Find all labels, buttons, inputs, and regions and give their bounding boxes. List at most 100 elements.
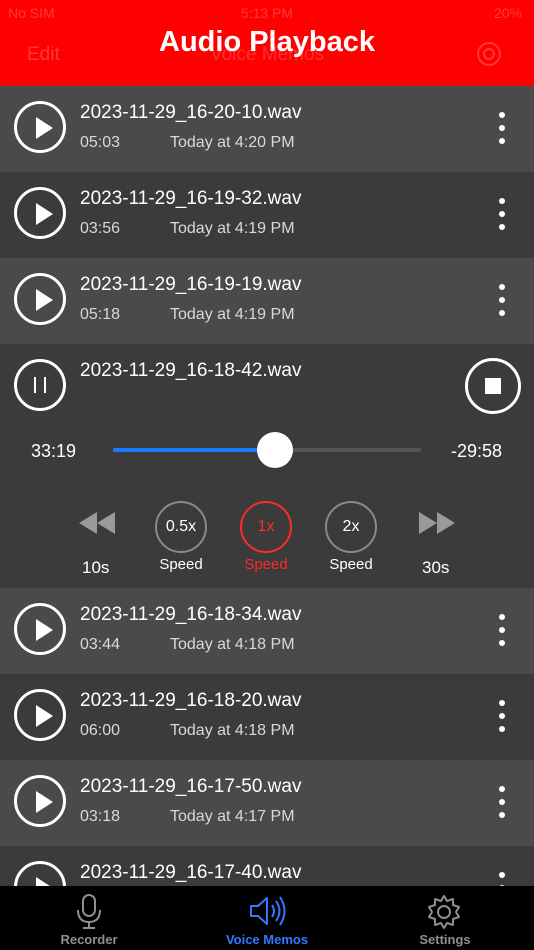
recording-filename: 2023-11-29_16-20-10.wav [80,102,302,123]
recording-duration: 06:00 [80,722,121,739]
forward-label: 30s [422,558,450,577]
stop-button[interactable] [465,358,521,414]
play-icon [36,289,53,311]
play-icon [36,791,53,813]
dot [499,297,505,303]
dot [499,125,505,131]
battery-level: 20% [493,5,522,21]
speed-label: Speed [244,556,288,573]
recording-filename: 2023-11-29_16-18-34.wav [80,604,302,625]
speed-label: Speed [329,556,373,573]
play-icon [36,117,53,139]
recording-duration: 05:03 [80,134,121,151]
dot [499,786,505,792]
recording-filename: 2023-11-29_16-19-32.wav [80,188,302,209]
recording-row[interactable]: 2023-11-29_16-17-50.wav 03:18 Today at 4:1… [0,760,534,846]
recording-date: Today at 4:19 PM [170,220,295,237]
tab-bar: Recorder Voice Memos Settings [0,886,534,950]
dot [499,640,505,646]
recording-duration: 05:18 [80,306,121,323]
elapsed-time: 33:19 [31,441,77,461]
dot [499,224,505,230]
recording-filename: 2023-11-29_16-17-40.wav [80,862,302,883]
play-button[interactable] [14,273,66,325]
page-title: Audio Playback [159,26,375,58]
recording-row[interactable]: 2023-11-29_16-19-19.wav 05:18 Today at 4:1… [0,258,534,344]
speed-label: Speed [159,556,203,573]
tab-settings-label: Settings [419,932,471,947]
tab-settings[interactable]: Settings [356,886,534,950]
fast-forward-icon[interactable] [419,512,455,539]
dot [499,627,505,633]
now-playing-filename: 2023-11-29_16-18-42.wav [80,360,302,381]
now-playing-panel: 2023-11-29_16-18-42.wav 33:19 -29:58 10s… [0,344,534,588]
tab-recorder-label: Recorder [60,932,118,947]
tab-voice-memos[interactable]: Voice Memos [178,886,356,950]
dot [499,211,505,217]
recording-row[interactable]: 2023-11-29_16-19-32.wav 03:56 Today at 4:1… [0,172,534,258]
more-options-icon[interactable] [492,282,512,318]
play-button[interactable] [14,187,66,239]
dot [499,812,505,818]
dot [499,284,505,290]
recording-row[interactable]: 2023-11-29_16-18-34.wav 03:44 Today at 4:1… [0,588,534,674]
dot [499,138,505,144]
play-button[interactable] [14,775,66,827]
progress-slider[interactable] [113,432,421,468]
recording-duration: 03:44 [80,636,121,653]
speed-button-0_5x[interactable]: 0.5x [155,501,207,553]
dot [499,614,505,620]
rewind-icon[interactable] [79,512,115,539]
recording-date: Today at 4:20 PM [170,134,295,151]
dot [499,872,505,878]
recording-filename: 2023-11-29_16-17-50.wav [80,776,302,797]
microphone-icon [74,894,104,935]
speaker-icon [248,894,286,933]
progress-fill [113,448,275,452]
more-options-icon[interactable] [492,698,512,734]
play-button[interactable] [14,861,66,886]
tab-recorder[interactable]: Recorder [0,886,178,950]
more-options-icon[interactable] [492,612,512,648]
recording-date: Today at 4:18 PM [170,722,295,739]
play-icon [36,203,53,225]
tab-voice-memos-label: Voice Memos [225,932,309,947]
speed-button-1x[interactable]: 1x [240,501,292,553]
recording-date: Today at 4:18 PM [170,636,295,653]
dot [499,726,505,732]
more-options-icon[interactable] [492,196,512,232]
dot [499,310,505,316]
more-options-icon[interactable] [492,784,512,820]
dot [499,700,505,706]
recording-date: Today at 4:19 PM [170,306,295,323]
recording-filename: 2023-11-29_16-18-20.wav [80,690,302,711]
more-options-icon[interactable] [492,870,512,886]
recording-duration: 03:56 [80,220,121,237]
recording-date: Today at 4:17 PM [170,808,295,825]
recording-row[interactable]: 2023-11-29_16-18-20.wav 06:00 Today at 4:1… [0,674,534,760]
play-icon [36,877,53,886]
status-bar: No SIM 5:13 PM 20% [0,5,534,23]
speed-button-2x[interactable]: 2x [325,501,377,553]
play-icon [36,619,53,641]
gear-icon [426,894,462,935]
recording-row[interactable]: 2023-11-29_16-20-10.wav 05:03 Today at 4:2… [0,86,534,172]
play-button[interactable] [14,603,66,655]
recording-filename: 2023-11-29_16-19-19.wav [80,274,302,295]
more-options-icon[interactable] [492,110,512,146]
dot [499,799,505,805]
slider-thumb[interactable] [257,432,293,468]
header-bar: No SIM 5:13 PM 20% Edit Voice Memos Audi… [0,0,534,86]
recording-row[interactable]: 2023-11-29_16-17-40.wav [0,846,534,886]
play-button[interactable] [14,101,66,153]
dot [499,713,505,719]
play-button[interactable] [14,689,66,741]
pause-icon-bar [44,377,46,393]
rewind-label: 10s [82,558,110,577]
recording-duration: 03:18 [80,808,121,825]
stop-icon [485,378,501,394]
dot [499,198,505,204]
remaining-time: -29:58 [451,441,503,461]
pause-button[interactable] [14,359,66,411]
recordings-list: 2023-11-29_16-20-10.wav 05:03 Today at 4:2… [0,86,534,886]
